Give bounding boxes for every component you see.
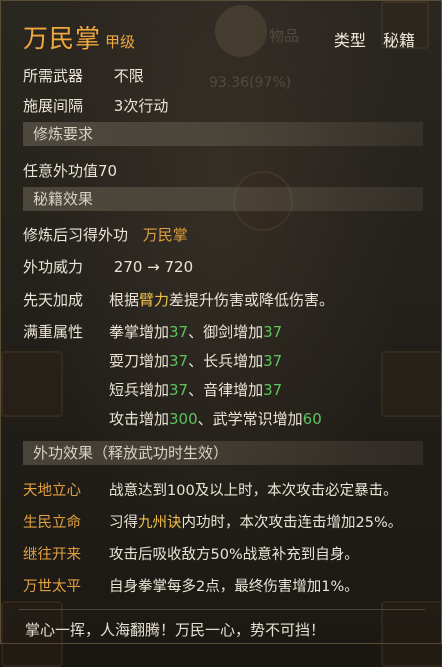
- effect-text: 内功时，本次攻击连击增加25%。: [181, 515, 403, 531]
- skill-power-value: 270 → 720: [113, 258, 194, 276]
- inventory-slot-icon: [1, 351, 63, 417]
- full-attributes-label: 满重属性: [23, 323, 84, 341]
- effect-text: 自身拳掌每多2点，最终伤害增加1%。: [109, 579, 359, 595]
- attribute-value: 37: [169, 352, 189, 370]
- attribute-name: 、武学常识增加: [197, 410, 303, 428]
- attribute-name: 、长兵增加: [188, 352, 264, 370]
- attribute-line: 耍刀增加37、长兵增加37: [109, 350, 322, 379]
- cast-interval-row: 施展间隔 3次行动: [23, 95, 168, 116]
- inventory-slot-icon: [381, 351, 442, 417]
- effect-name: 万世太平: [23, 579, 81, 595]
- background-tab-label: 物品: [269, 27, 300, 45]
- attribute-value: 37: [263, 323, 283, 341]
- attribute-line: 拳掌增加37、御剑增加37: [109, 321, 322, 350]
- type-value: 秘籍: [382, 31, 415, 50]
- innate-bonus-attribute: 臂力: [139, 291, 170, 309]
- attribute-value: 300: [169, 410, 198, 428]
- attribute-value: 37: [169, 323, 189, 341]
- weapon-requirement-value: 不限: [113, 67, 144, 85]
- weapon-requirement-label: 所需武器: [23, 67, 84, 85]
- effect-name: 天地立心: [23, 483, 81, 499]
- innate-bonus-row: 先天加成 根据臂力差提升伤害或降低伤害。: [23, 289, 334, 310]
- cast-interval-label: 施展间隔: [23, 97, 84, 115]
- innate-bonus-prefix: 根据: [109, 291, 140, 309]
- cast-interval-value: 3次行动: [113, 97, 169, 115]
- flavor-text: 掌心一挥，人海翻腾！万民一心，势不可挡！: [25, 621, 326, 639]
- innate-bonus-suffix: 差提升伤害或降低伤害。: [169, 291, 335, 309]
- training-requirement-row: 任意外功值70: [23, 160, 117, 181]
- type-label: 类型: [333, 31, 366, 50]
- attribute-name: 、御剑增加: [188, 323, 264, 341]
- background-percent: 93.36(97%): [209, 75, 292, 91]
- attribute-value: 37: [263, 352, 283, 370]
- section-release-header: 外功效果（释放武功时生效）: [23, 441, 423, 465]
- item-title: 万民掌: [23, 24, 102, 53]
- innate-bonus-label: 先天加成: [23, 291, 84, 309]
- effect-prefix: 习得: [109, 515, 138, 531]
- learn-skill-value: 万民掌: [142, 226, 188, 244]
- effect-row: 生民立命 习得九州诀内功时，本次攻击连击增加25%。: [23, 511, 402, 532]
- attribute-name: 攻击增加: [109, 410, 170, 428]
- bag-icon: [215, 5, 267, 57]
- footer-divider: [19, 609, 425, 610]
- inventory-slot-icon: [381, 601, 442, 667]
- effect-text: 攻击后吸收敌方50%战意补充到自身。: [109, 547, 359, 563]
- section-training-header: 修炼要求: [23, 122, 423, 146]
- attribute-line: 攻击增加300、武学常识增加60: [109, 408, 322, 437]
- effect-row: 继往开来 攻击后吸收敌方50%战意补充到自身。: [23, 543, 359, 564]
- attribute-line: 短兵增加37、音律增加37: [109, 379, 322, 408]
- weapon-requirement-row: 所需武器 不限: [23, 65, 144, 86]
- skill-power-label: 外功威力: [23, 258, 84, 276]
- learn-skill-row: 修炼后习得外功 万民掌: [23, 224, 188, 245]
- attribute-name: 、音律增加: [188, 381, 264, 399]
- attribute-value: 60: [302, 410, 322, 428]
- effect-name: 继往开来: [23, 547, 81, 563]
- effect-highlight: 九州诀: [138, 515, 182, 531]
- training-requirement-label: 任意外功值: [23, 162, 99, 180]
- effect-text: 战意达到100及以上时，本次攻击必定暴击。: [109, 483, 398, 499]
- attribute-name: 拳掌增加: [109, 323, 170, 341]
- effect-row: 万世太平 自身拳掌每多2点，最终伤害增加1%。: [23, 575, 359, 596]
- skill-power-row: 外功威力 270 → 720: [23, 256, 193, 277]
- attribute-name: 短兵增加: [109, 381, 170, 399]
- item-header: 万民掌 甲级: [23, 19, 135, 55]
- item-type: 类型 秘籍: [334, 27, 415, 51]
- attribute-value: 37: [263, 381, 283, 399]
- attribute-name: 耍刀增加: [109, 352, 170, 370]
- section-effects-header: 秘籍效果: [23, 187, 423, 211]
- full-attributes-list: 拳掌增加37、御剑增加37 耍刀增加37、长兵增加37 短兵增加37、音律增加3…: [109, 321, 322, 437]
- effect-row: 天地立心 战意达到100及以上时，本次攻击必定暴击。: [23, 479, 398, 500]
- training-requirement-value: 70: [98, 162, 118, 180]
- attribute-value: 37: [169, 381, 189, 399]
- item-tooltip-panel: 物品 93.36(97%) 万民掌 甲级 类型 秘籍 所需武器 不限 施展间隔 …: [0, 0, 442, 667]
- item-grade: 甲级: [105, 33, 136, 51]
- learn-skill-label: 修炼后习得外功: [23, 226, 129, 244]
- effect-name: 生民立命: [23, 515, 81, 531]
